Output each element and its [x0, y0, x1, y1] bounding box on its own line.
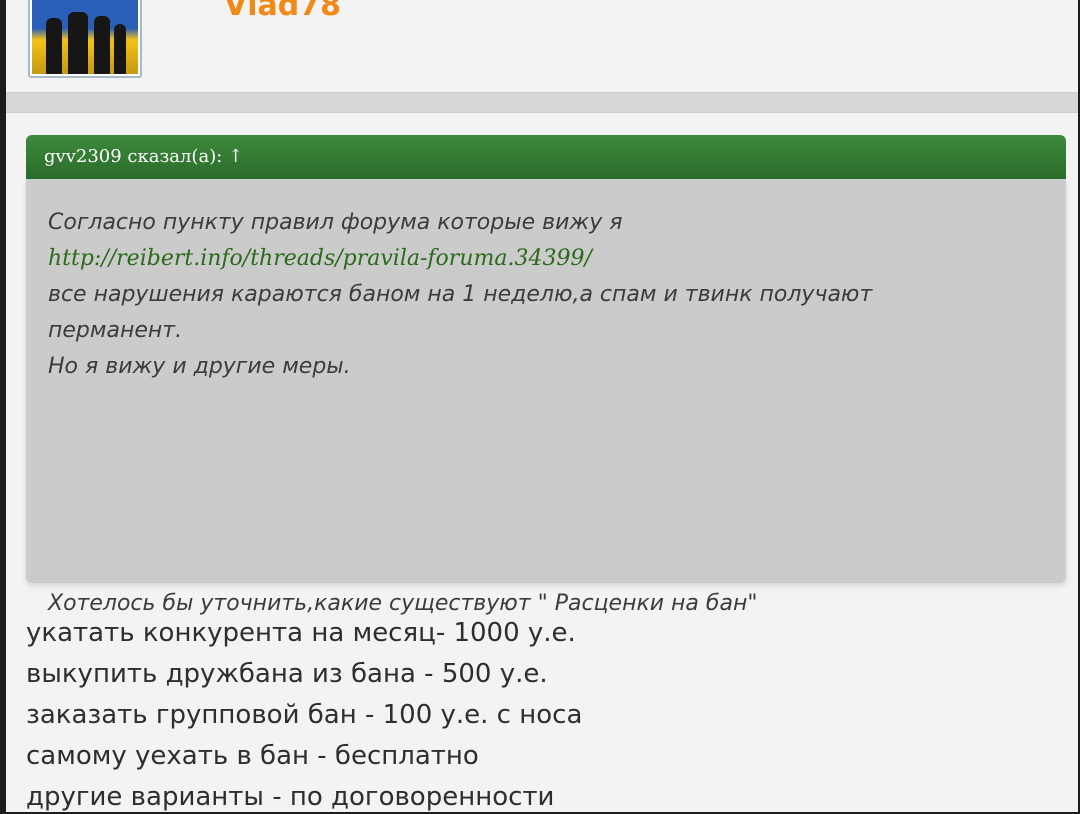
quote-text: Согласно пункту правил форума которые ви… — [48, 205, 1038, 385]
quote-line: все нарушения караются баном на 1 неделю… — [48, 282, 873, 307]
reply-line: другие варианты - по договоренности — [26, 782, 555, 812]
post-body: gvv2309 сказал(а): ↑ Согласно пункту пра… — [6, 112, 1078, 812]
reply-line: заказать групповой бан - 100 у.е. с носа — [26, 700, 583, 730]
quote-line: Согласно пункту правил форума которые ви… — [48, 210, 623, 235]
avatar-image — [32, 0, 138, 74]
quote-line: перманент. — [48, 318, 183, 343]
reply-text: укатать конкурента на месяц- 1000 у.е. в… — [26, 613, 1066, 812]
reply-line: укатать конкурента на месяц- 1000 у.е. — [26, 618, 576, 648]
quote-block: Согласно пункту правил форума которые ви… — [26, 179, 1066, 616]
forum-frame: Vlad78 gvv2309 сказал(а): ↑ Согласно пун… — [6, 0, 1078, 812]
username-link[interactable]: Vlad78 — [224, 0, 341, 23]
rules-link[interactable]: http://reibert.info/threads/pravila-foru… — [48, 241, 1038, 277]
quote-line: Но я вижу и другие меры. — [48, 354, 351, 379]
quote-header: gvv2309 сказал(а): ↑ — [26, 135, 1066, 179]
previous-post: Vlad78 — [6, 0, 1078, 93]
user-avatar[interactable] — [28, 0, 142, 78]
reply-line: самому уехать в бан - бесплатно — [26, 741, 479, 771]
quote-author-link[interactable]: gvv2309 сказал(а): ↑ — [44, 146, 243, 167]
reply-line: выкупить дружбана из бана - 500 у.е. — [26, 659, 548, 689]
